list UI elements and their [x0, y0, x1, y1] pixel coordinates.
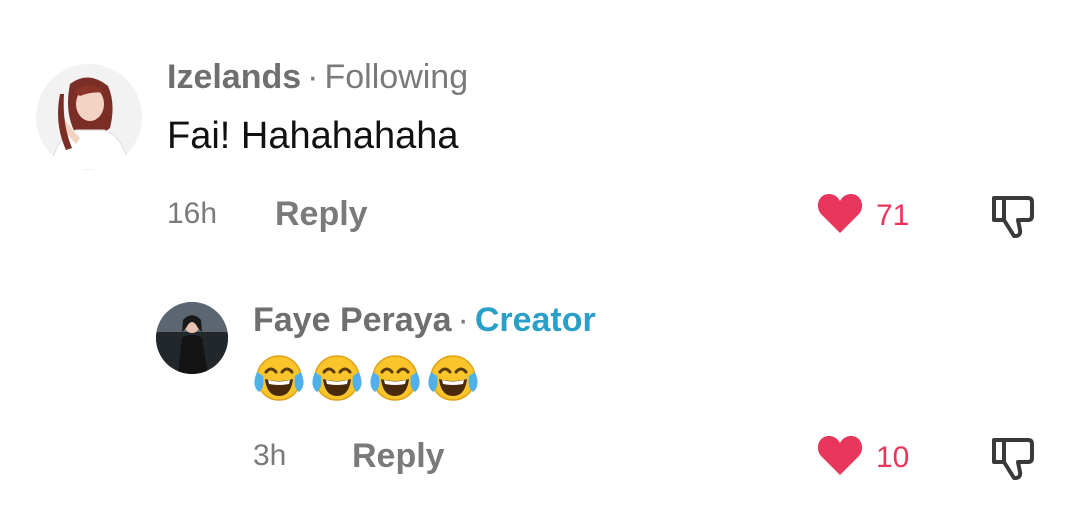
- heart-icon: [816, 191, 864, 240]
- like-count: 71: [876, 198, 910, 232]
- comment-header: Izelands · Following: [167, 57, 468, 97]
- separator-dot: ·: [307, 58, 319, 96]
- separator-dot: ·: [457, 301, 469, 339]
- username[interactable]: Izelands: [167, 58, 301, 96]
- comment-text: Fai! Hahahahaha: [167, 115, 459, 157]
- heart-icon: [816, 433, 864, 482]
- reply-button[interactable]: Reply: [352, 436, 445, 476]
- following-label: Following: [324, 58, 469, 96]
- like-button[interactable]: 71: [816, 191, 909, 240]
- dislike-button[interactable]: [990, 436, 1036, 485]
- username[interactable]: Faye Peraya: [253, 301, 452, 339]
- like-button[interactable]: 10: [816, 433, 909, 482]
- avatar[interactable]: [156, 302, 228, 374]
- creator-badge: Creator: [474, 301, 596, 339]
- avatar[interactable]: [36, 64, 142, 170]
- comment-time: 16h: [167, 197, 218, 230]
- face-with-tears-of-joy-icon: [427, 352, 479, 409]
- comment-header: Faye Peraya · Creator: [253, 300, 596, 340]
- face-with-tears-of-joy-icon: [253, 352, 305, 409]
- face-with-tears-of-joy-icon: [369, 352, 421, 409]
- comment-time: 3h: [253, 439, 287, 472]
- reply-button[interactable]: Reply: [275, 194, 368, 234]
- thumbs-down-icon: [990, 196, 1036, 242]
- thumbs-down-icon: [990, 438, 1036, 484]
- emoji-text: [253, 352, 479, 409]
- face-with-tears-of-joy-icon: [311, 352, 363, 409]
- dislike-button[interactable]: [990, 194, 1036, 243]
- like-count: 10: [876, 440, 910, 474]
